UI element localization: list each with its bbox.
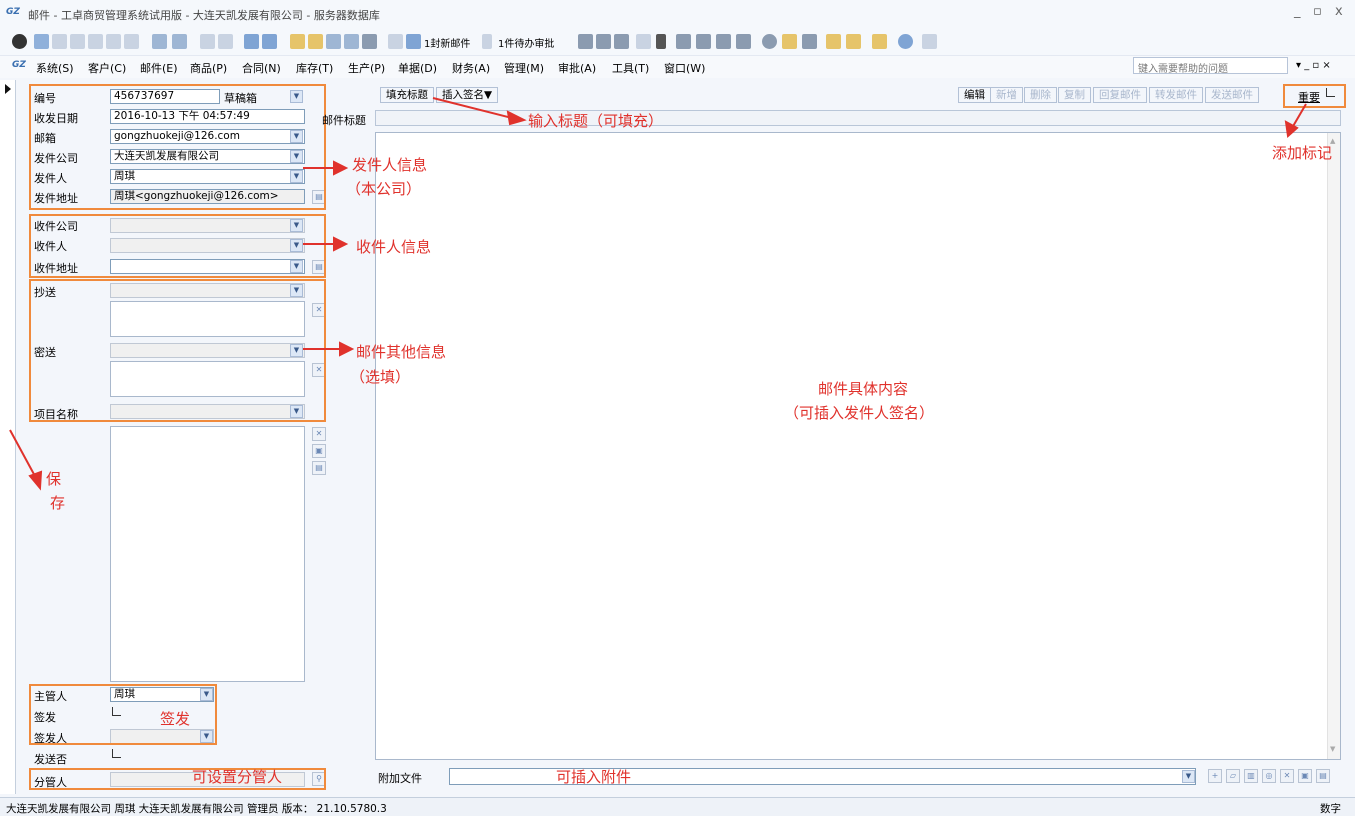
recv-arrow-head — [333, 236, 349, 252]
sender-arrow-head — [333, 160, 349, 176]
mark-arrow-line — [1291, 103, 1307, 129]
annotation-own-company: （本公司） — [346, 180, 422, 198]
annotation-body-content: 邮件具体内容 — [818, 380, 909, 398]
annotation-input-title: 输入标题（可填充） — [528, 112, 664, 130]
annotation-sender-info: 发件人信息 — [352, 156, 428, 174]
annotation-sign: 签发 — [160, 710, 191, 728]
annotation-insert-attach: 可插入附件 — [556, 768, 632, 786]
annotation-save-2: 存 — [50, 494, 66, 512]
title-arrow-head — [506, 110, 527, 126]
save-arrow-head — [28, 470, 43, 491]
annotation-set-submanager: 可设置分管人 — [192, 768, 283, 786]
annotation-save-1: 保 — [46, 470, 62, 488]
save-arrow-line — [9, 429, 37, 479]
annotation-arrows — [9, 97, 1307, 491]
title-arrow-line — [432, 97, 513, 119]
annotation-optional: （选填） — [350, 368, 411, 386]
annotation-body-note: （可插入发件人签名） — [784, 404, 935, 422]
annotation-other-info: 邮件其他信息 — [356, 343, 447, 361]
annotation-add-mark: 添加标记 — [1272, 144, 1333, 162]
annotation-recv-info: 收件人信息 — [356, 238, 432, 256]
other-arrow-head — [339, 341, 355, 357]
